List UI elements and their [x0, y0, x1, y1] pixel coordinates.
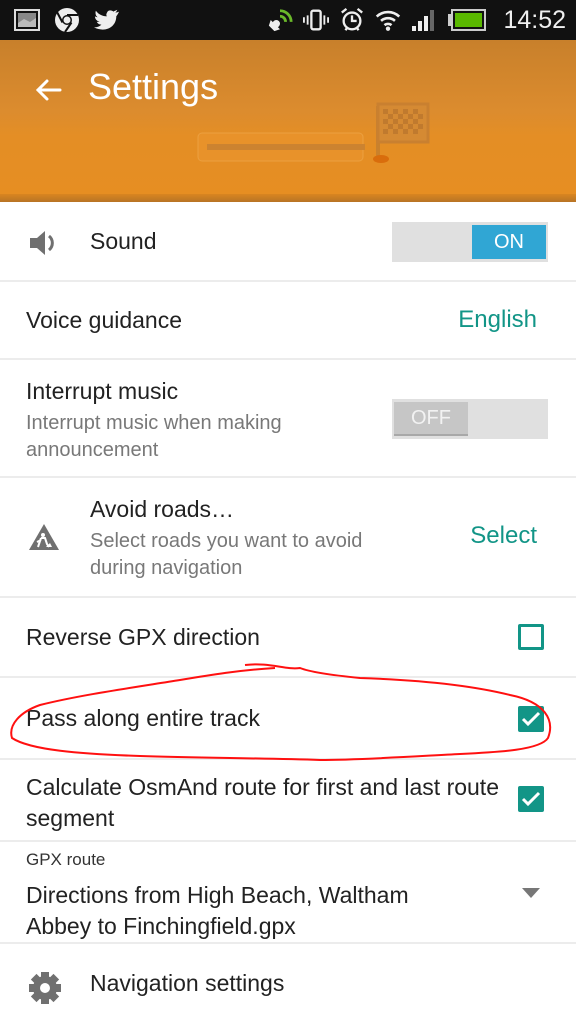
setting-label: Avoid roads…	[90, 496, 235, 522]
setting-pass-along-track[interactable]: Pass along entire track	[0, 678, 576, 760]
vibrate-icon	[303, 7, 330, 33]
calculate-osmand-checkbox[interactable]	[518, 786, 544, 812]
status-bar: 14:52	[0, 0, 576, 40]
setting-label: Navigation settings	[90, 970, 285, 996]
gps-satellite-icon	[267, 7, 293, 33]
setting-label: Reverse GPX direction	[26, 624, 260, 650]
arrow-left-icon	[35, 79, 62, 101]
setting-interrupt-music[interactable]: Interrupt music Interrupt music when mak…	[0, 360, 576, 478]
wifi-icon	[375, 7, 401, 33]
toggle-knob: OFF	[394, 402, 468, 436]
setting-label: Sound	[90, 228, 157, 254]
setting-label: Voice guidance	[26, 307, 183, 333]
pass-along-track-checkbox[interactable]	[518, 706, 544, 732]
app-toolbar: Settings	[0, 40, 576, 200]
gallery-icon	[14, 7, 40, 33]
finish-flag-illustration	[197, 102, 430, 163]
sound-toggle[interactable]: ON	[392, 222, 548, 262]
setting-label: Pass along entire track	[26, 705, 260, 731]
setting-description: Interrupt music when making announcement	[26, 412, 282, 461]
voice-guidance-value[interactable]: English	[458, 306, 537, 334]
gear-icon	[29, 972, 61, 1004]
setting-navigation-settings[interactable]: Navigation settings	[0, 944, 576, 1024]
checkmark-icon	[521, 711, 541, 727]
clock: 14:52	[503, 5, 566, 34]
road-works-icon	[29, 524, 59, 550]
setting-sound[interactable]: Sound ON	[0, 202, 576, 282]
setting-voice-guidance[interactable]: Voice guidance English	[0, 282, 576, 360]
toolbar-shadow	[0, 194, 576, 202]
checkmark-icon	[521, 791, 541, 807]
setting-avoid-roads[interactable]: Avoid roads… Select roads you want to av…	[0, 478, 576, 598]
setting-label: Interrupt music	[26, 378, 179, 404]
reverse-gpx-checkbox[interactable]	[518, 624, 544, 650]
chrome-icon	[54, 7, 80, 33]
back-button[interactable]	[28, 70, 68, 110]
gpx-route-caption: GPX route	[26, 850, 106, 869]
signal-icon	[411, 7, 437, 33]
toggle-knob: ON	[472, 225, 546, 259]
gpx-route-value[interactable]: Directions from High Beach, Waltham Abbe…	[26, 880, 466, 942]
setting-description: Select roads you want to avoid during na…	[90, 530, 363, 579]
speaker-icon	[30, 231, 54, 255]
setting-calculate-osmand-route[interactable]: Calculate OsmAnd route for first and las…	[0, 760, 576, 842]
interrupt-music-toggle[interactable]: OFF	[392, 399, 548, 439]
dropdown-arrow-icon[interactable]	[522, 888, 540, 898]
avoid-roads-select-button[interactable]: Select	[470, 522, 537, 550]
battery-icon	[447, 8, 487, 32]
setting-reverse-gpx[interactable]: Reverse GPX direction	[0, 598, 576, 678]
alarm-icon	[339, 7, 365, 33]
setting-label: Calculate OsmAnd route for first and las…	[26, 774, 499, 831]
setting-gpx-route[interactable]: GPX route Directions from High Beach, Wa…	[0, 842, 576, 944]
twitter-icon	[94, 7, 120, 33]
